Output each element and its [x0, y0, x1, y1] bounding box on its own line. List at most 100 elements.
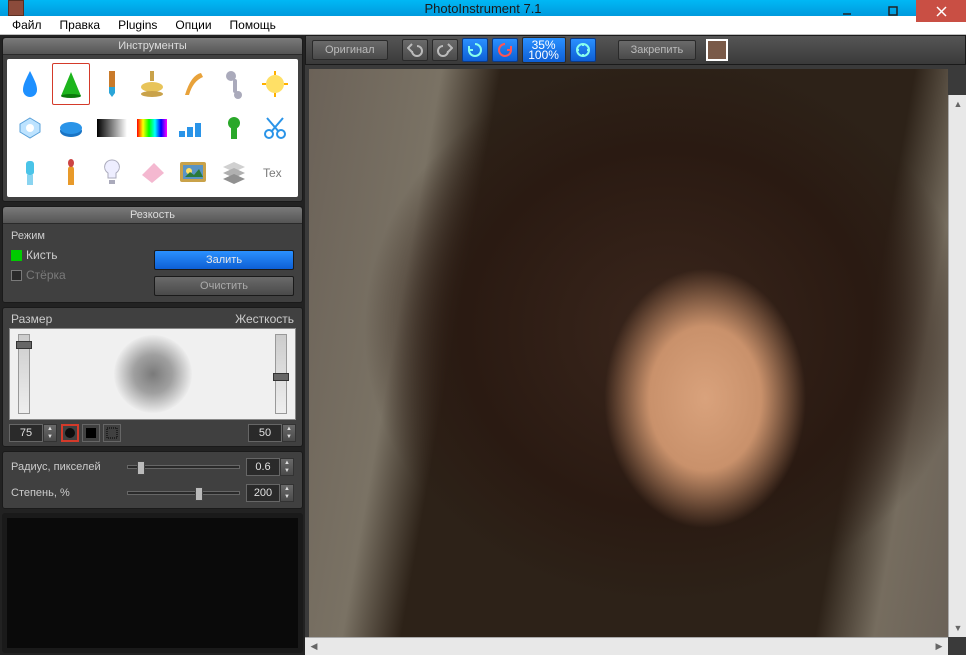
fit-screen-button[interactable] — [570, 38, 596, 62]
tool-sharpen[interactable] — [52, 63, 91, 105]
scroll-up-icon[interactable]: ▲ — [949, 95, 966, 113]
shape-square[interactable] — [82, 424, 100, 442]
radius-spinner[interactable]: ▲▼ — [280, 458, 294, 476]
menu-file[interactable]: Файл — [4, 16, 50, 34]
radio-on-icon — [11, 250, 22, 261]
size-value-field[interactable] — [9, 424, 43, 442]
tool-denoise[interactable] — [11, 107, 50, 149]
amount-value-field[interactable] — [246, 484, 280, 502]
redo-button[interactable] — [432, 39, 458, 61]
mode-eraser-label: Стёрка — [26, 268, 66, 282]
amount-slider[interactable] — [127, 491, 240, 495]
zoom-preview[interactable] — [2, 513, 303, 653]
radius-row: Радиус, пикселей ▲▼ — [11, 458, 294, 476]
scroll-right-icon[interactable]: ▶ — [930, 638, 948, 655]
radius-input[interactable]: ▲▼ — [246, 458, 294, 476]
thumbnail-item[interactable] — [706, 39, 728, 61]
slider-thumb[interactable] — [195, 487, 203, 501]
original-button[interactable]: Оригинал — [312, 40, 388, 60]
tools-panel-title: Инструменты — [3, 38, 302, 55]
rotate-left-button[interactable] — [462, 38, 488, 62]
thumbnail-strip — [706, 39, 728, 61]
mode-brush-radio[interactable]: Кисть — [11, 248, 66, 262]
work-area: Инструменты — [0, 35, 966, 655]
hardness-label: Жесткость — [235, 312, 294, 326]
mode-brush-label: Кисть — [26, 248, 57, 262]
pin-button[interactable]: Закрепить — [618, 40, 697, 60]
tool-glow[interactable] — [255, 63, 294, 105]
scroll-down-icon[interactable]: ▼ — [949, 619, 966, 637]
tool-blur[interactable] — [11, 63, 50, 105]
zoom-preview-image — [7, 518, 298, 648]
vertical-scrollbar[interactable]: ▲ ▼ — [948, 95, 966, 637]
tool-picture[interactable] — [174, 151, 213, 193]
amount-input[interactable]: ▲▼ — [246, 484, 294, 502]
brush-shape-chips — [61, 424, 121, 442]
tool-rainbow[interactable] — [133, 107, 172, 149]
menu-bar: Файл Правка Plugins Опции Помощь — [0, 16, 966, 35]
canvas-viewport[interactable]: ▲ ▼ ◀ ▶ — [305, 65, 966, 655]
shape-dotted[interactable] — [103, 424, 121, 442]
scroll-left-icon[interactable]: ◀ — [305, 638, 323, 655]
svg-text:Tex: Tex — [263, 166, 282, 180]
undo-button[interactable] — [402, 39, 428, 61]
tool-layers[interactable] — [215, 151, 254, 193]
app-icon — [8, 0, 24, 16]
rotate-right-button[interactable] — [492, 38, 518, 62]
amount-spinner[interactable]: ▲▼ — [280, 484, 294, 502]
tool-eraser[interactable] — [133, 151, 172, 193]
tool-smudge[interactable] — [174, 63, 213, 105]
tool-text[interactable]: Tex — [255, 151, 294, 193]
radio-off-icon — [11, 270, 22, 281]
tool-gradient[interactable] — [92, 107, 131, 149]
zoom-indicator[interactable]: 35% 100% — [522, 37, 566, 63]
hardness-slider[interactable] — [275, 334, 287, 414]
hardness-value-field[interactable] — [248, 424, 282, 442]
tool-light-bulb[interactable] — [92, 151, 131, 193]
minimize-button[interactable] — [824, 0, 870, 22]
menu-edit[interactable]: Правка — [52, 16, 109, 34]
window-title: PhotoInstrument 7.1 — [424, 1, 541, 16]
hardness-input[interactable]: ▲▼ — [248, 424, 296, 442]
tool-object-remove[interactable] — [52, 107, 91, 149]
sharpness-panel-title: Резкость — [3, 207, 302, 224]
menu-help[interactable]: Помощь — [222, 16, 284, 34]
params-panel: Радиус, пикселей ▲▼ Степень, % ▲▼ — [2, 451, 303, 509]
canvas-area: Оригинал 35% 100% Закрепить ▲ ▼ — [305, 35, 966, 655]
slider-thumb[interactable] — [16, 341, 32, 349]
size-spinner[interactable]: ▲▼ — [43, 424, 57, 442]
tool-scissors[interactable] — [255, 107, 294, 149]
tool-clone-stamp[interactable] — [133, 63, 172, 105]
radius-slider[interactable] — [127, 465, 240, 469]
horizontal-scrollbar[interactable]: ◀ ▶ — [305, 637, 948, 655]
tool-brush[interactable] — [92, 63, 131, 105]
tools-panel: Инструменты — [2, 37, 303, 202]
brush-panel: Размер Жесткость ▲▼ — [2, 307, 303, 447]
maximize-button[interactable] — [870, 0, 916, 22]
photo-image — [309, 69, 948, 637]
amount-label: Степень, % — [11, 487, 121, 499]
tools-grid: Tex — [7, 59, 298, 197]
tool-makeup[interactable] — [52, 151, 91, 193]
fill-button[interactable]: Залить — [154, 250, 294, 270]
tool-levels[interactable] — [174, 107, 213, 149]
slider-thumb[interactable] — [137, 461, 145, 475]
size-input[interactable]: ▲▼ — [9, 424, 57, 442]
sharpness-panel: Резкость Режим Кисть Стёрка Залить Очист… — [2, 206, 303, 303]
tool-glamour[interactable] — [11, 151, 50, 193]
size-slider[interactable] — [18, 334, 30, 414]
shape-soft-round[interactable] — [61, 424, 79, 442]
menu-plugins[interactable]: Plugins — [110, 16, 165, 34]
tool-skin-clean[interactable] — [215, 107, 254, 149]
menu-options[interactable]: Опции — [167, 16, 219, 34]
clear-button[interactable]: Очистить — [154, 276, 294, 296]
mode-eraser-radio[interactable]: Стёрка — [11, 268, 66, 282]
radius-label: Радиус, пикселей — [11, 461, 121, 473]
mode-row: Режим Кисть Стёрка Залить Очистить — [3, 224, 302, 302]
hardness-spinner[interactable]: ▲▼ — [282, 424, 296, 442]
radius-value-field[interactable] — [246, 458, 280, 476]
slider-thumb[interactable] — [273, 373, 289, 381]
tool-liquify[interactable] — [215, 63, 254, 105]
close-button[interactable] — [916, 0, 966, 22]
brush-preview-circle — [114, 335, 192, 413]
